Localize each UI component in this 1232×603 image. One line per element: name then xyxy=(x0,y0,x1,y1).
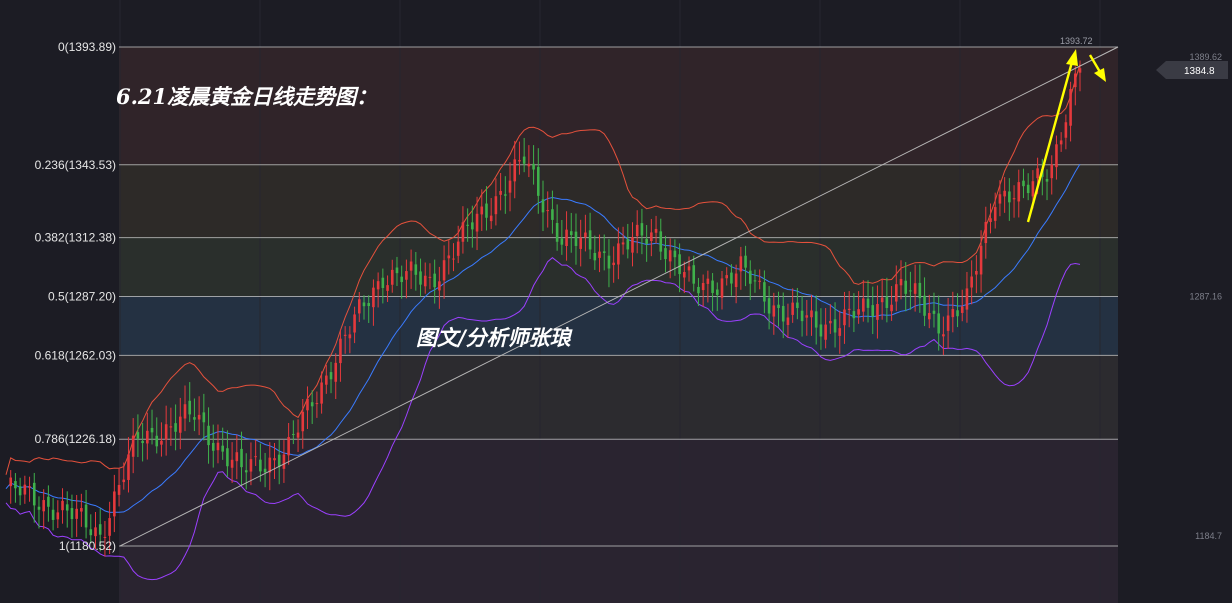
current-price-label: 1384.8 xyxy=(1184,66,1215,77)
right-axis-tick: 1287.16 xyxy=(1189,292,1222,302)
zone-0618-0786 xyxy=(119,355,1118,439)
fib-level-label: 0.618(1262.03) xyxy=(35,348,116,362)
zone-0236-0382 xyxy=(119,164,1118,237)
zone-below-1 xyxy=(119,546,1118,603)
fib-level-label: 0.382(1312.38) xyxy=(35,231,116,245)
fib-level-label: 0.5(1287.20) xyxy=(48,290,116,304)
fib-level-label: 0.786(1226.18) xyxy=(35,432,116,446)
right-axis-tick: 1184.7 xyxy=(1195,531,1222,541)
author-watermark: 图文/分析师张琅 xyxy=(416,325,574,350)
zone-0786-1 xyxy=(119,439,1118,546)
fib-level-label: 0.236(1343.53) xyxy=(35,158,116,172)
fib-zones xyxy=(119,47,1118,603)
gold-daily-chart: 0(1393.89) 0.236(1343.53) 0.382(1312.38) 0.… xyxy=(0,0,1232,603)
chart-title: 6.21凌晨黄金日线走势图： xyxy=(116,84,377,109)
peak-price-label: 1393.72 xyxy=(1060,36,1093,46)
right-axis-tick: 1389.62 xyxy=(1189,52,1222,62)
current-price-tag: 1384.8 xyxy=(1156,61,1228,79)
fib-level-label: 0(1393.89) xyxy=(58,40,116,54)
fib-level-label: 1(1180.52) xyxy=(59,539,116,553)
